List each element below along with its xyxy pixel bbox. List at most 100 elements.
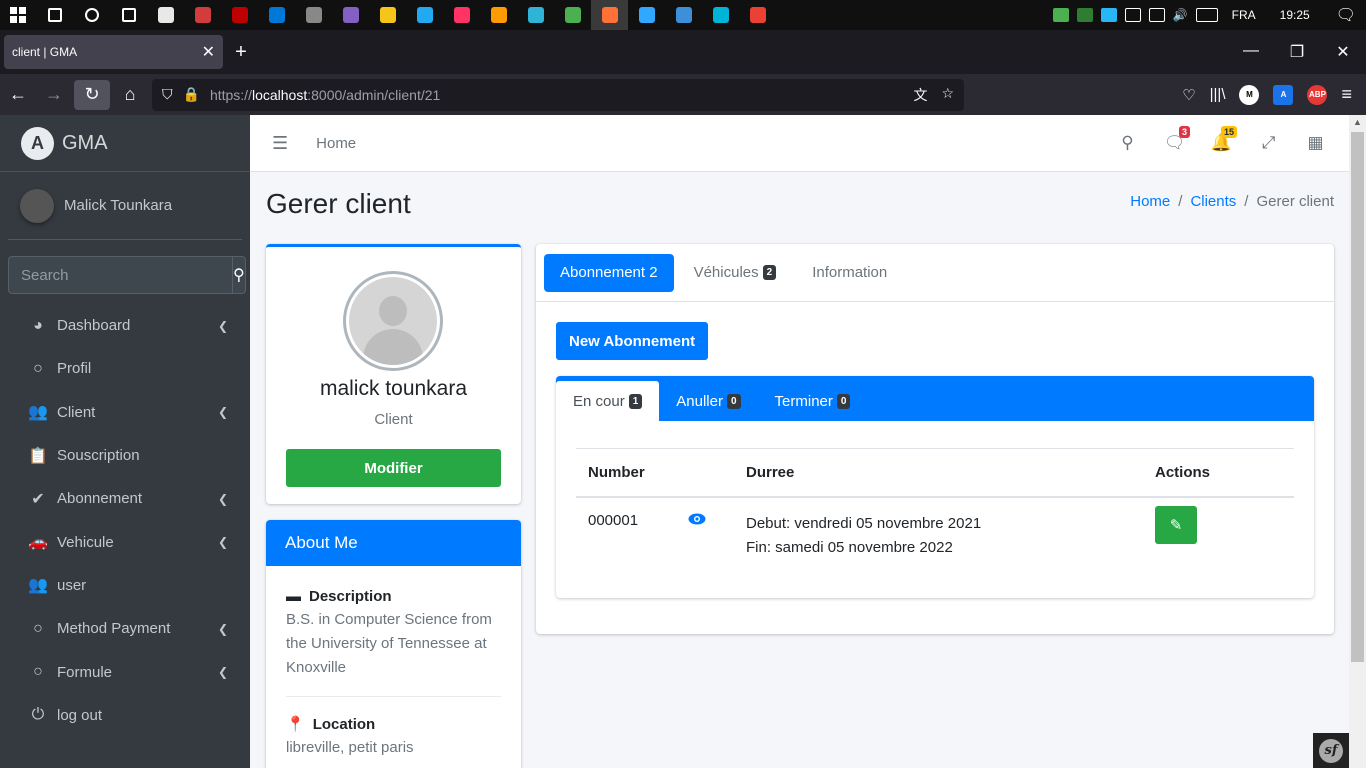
chrome-icon[interactable] (739, 0, 776, 30)
modifier-button[interactable]: Modifier (286, 449, 501, 487)
mail-icon[interactable] (258, 0, 295, 30)
sidebar-item-souscription[interactable]: 📋 Souscription (0, 434, 250, 477)
new-tab-button[interactable]: + (223, 41, 259, 64)
sidebar-item-method-payment[interactable]: ○ Method Payment ❮ (0, 607, 250, 650)
user-name[interactable]: Malick Tounkara (64, 197, 172, 214)
edge-icon[interactable] (517, 0, 554, 30)
photoshop-icon[interactable] (628, 0, 665, 30)
cell-durree: Debut: vendredi 05 novembre 2021 Fin: sa… (734, 512, 1142, 560)
page-scrollbar[interactable]: ▲ (1349, 115, 1366, 768)
pocket-icon[interactable]: ♡ (1182, 86, 1195, 104)
eye-icon[interactable] (688, 512, 734, 529)
hamburger-menu-icon[interactable]: ☰ (272, 133, 288, 154)
profile-card: malick tounkara Client Modifier (266, 244, 521, 504)
shield-icon[interactable]: ⛉ (162, 86, 173, 103)
minimize-icon[interactable]: — (1228, 42, 1274, 62)
library-icon[interactable]: |||\ (1210, 86, 1226, 103)
brand-link[interactable]: A GMA (0, 115, 250, 172)
sidebar-item-label: Profil (57, 360, 92, 378)
file-explorer-icon[interactable] (369, 0, 406, 30)
subtab-en-cour[interactable]: En cour 1 (556, 381, 660, 421)
header-home-link[interactable]: Home (316, 135, 356, 152)
new-abonnement-button[interactable]: New Abonnement (556, 322, 709, 360)
terminal-icon[interactable] (665, 0, 702, 30)
scroll-up-icon[interactable]: ▲ (1353, 117, 1362, 127)
subtab-label: Terminer (774, 392, 833, 410)
messages-icon[interactable]: 🗨 3 (1151, 126, 1198, 153)
menu-icon[interactable]: ≡ (1341, 84, 1352, 105)
sidebar-item-log-out[interactable]: ⏻ log out (0, 694, 250, 737)
subtab-terminer[interactable]: Terminer 0 (758, 381, 868, 421)
symfony-toolbar[interactable]: sf (1313, 733, 1349, 768)
notifications-bell-icon[interactable]: 🔔 15 (1198, 126, 1245, 153)
tab-vehicules[interactable]: Véhicules 2 (678, 254, 793, 292)
sidebar-search-button[interactable]: ⚲ (232, 256, 246, 294)
main-header: ☰ Home ⚲ 🗨 3 🔔 15 ⤢ ▦ (250, 115, 1349, 172)
illustrator-icon[interactable] (480, 0, 517, 30)
user-panel[interactable]: Malick Tounkara (8, 172, 242, 240)
store-icon[interactable] (147, 0, 184, 30)
search-icon[interactable]: ⚲ (1104, 133, 1151, 153)
app-icon[interactable] (554, 0, 591, 30)
extension-m-icon[interactable]: M (1239, 84, 1260, 105)
translate-icon[interactable]: 文 (913, 85, 927, 105)
firefox-icon[interactable] (591, 0, 628, 30)
lock-icon[interactable]: 🔒 (183, 86, 200, 103)
clock[interactable]: 19:25 (1280, 8, 1310, 22)
vscode-icon[interactable] (406, 0, 443, 30)
control-sidebar-icon[interactable]: ▦ (1292, 133, 1339, 153)
scroll-thumb[interactable] (1351, 132, 1364, 662)
network-icon[interactable] (1148, 8, 1165, 22)
sidebar-item-dashboard[interactable]: ◕ Dashboard ❮ (0, 304, 250, 347)
sidebar-item-vehicule[interactable]: 🚗 Vehicule ❮ (0, 520, 250, 563)
browser-tab[interactable]: client | GMA ✕ (4, 35, 223, 69)
sidebar-item-label: Method Payment (57, 620, 171, 638)
tab-abonnement[interactable]: Abonnement 2 (544, 253, 674, 292)
home-icon[interactable]: ⌂ (112, 80, 148, 110)
back-icon[interactable]: ← (0, 80, 36, 110)
indesign-icon[interactable] (443, 0, 480, 30)
sidebar-item-abonnement[interactable]: ✔ Abonnement ❮ (0, 477, 250, 520)
reload-icon[interactable]: ↻ (74, 79, 110, 110)
app-tray-icon[interactable] (1076, 8, 1093, 22)
cloud-app-icon[interactable] (184, 0, 221, 30)
keyboard-icon[interactable] (1195, 8, 1218, 22)
url-host: localhost (251, 86, 308, 103)
table-row: 000001 Debut: vendredi 05 novembre 2021 … (576, 498, 1294, 573)
security-tray-icon[interactable] (1052, 8, 1069, 22)
close-window-icon[interactable]: ✕ (1320, 42, 1366, 62)
subtab-anuller[interactable]: Anuller 0 (659, 381, 757, 421)
cortana-icon[interactable] (73, 0, 110, 30)
breadcrumb-home[interactable]: Home (1130, 193, 1170, 210)
filezilla-icon[interactable] (221, 0, 258, 30)
remote-icon[interactable] (702, 0, 739, 30)
translate-extension-icon[interactable]: A (1273, 84, 1294, 105)
sidebar-item-user[interactable]: 👥 user (0, 564, 250, 607)
restore-icon[interactable]: ❐ (1274, 42, 1320, 62)
edit-button[interactable]: ✎ (1155, 506, 1197, 544)
adblock-plus-icon[interactable]: ABP (1307, 84, 1328, 105)
tab-information[interactable]: Information (796, 254, 903, 292)
sidebar-item-profil[interactable]: ○ Profil (0, 347, 250, 390)
fullscreen-icon[interactable]: ⤢ (1245, 133, 1292, 153)
bookmark-star-icon[interactable]: ☆ (941, 85, 954, 105)
search-icon[interactable] (36, 0, 73, 30)
volume-icon[interactable]: 🔊 (1173, 8, 1188, 22)
visual-studio-icon[interactable] (332, 0, 369, 30)
sidebar-search-input[interactable] (8, 256, 232, 294)
sidebar-item-icon: ○ (33, 359, 43, 377)
app-tray-icon[interactable] (1100, 8, 1117, 22)
language-indicator[interactable]: FRA (1232, 8, 1256, 22)
forward-icon[interactable]: → (36, 80, 72, 110)
notification-center-icon[interactable]: 🗨 (1336, 5, 1356, 25)
breadcrumb-clients[interactable]: Clients (1190, 193, 1236, 210)
url-bar[interactable]: ⛉ 🔒 https://localhost:8000/admin/client/… (152, 78, 964, 111)
media-icon[interactable] (295, 0, 332, 30)
battery-icon[interactable] (1124, 8, 1141, 22)
windows-start-icon[interactable] (0, 0, 36, 30)
close-tab-icon[interactable]: ✕ (202, 42, 215, 62)
task-view-icon[interactable] (110, 0, 147, 30)
sidebar-item-formule[interactable]: ○ Formule ❮ (0, 650, 250, 693)
sidebar-item-label: Souscription (57, 447, 140, 465)
sidebar-item-client[interactable]: 👥 Client ❮ (0, 391, 250, 434)
